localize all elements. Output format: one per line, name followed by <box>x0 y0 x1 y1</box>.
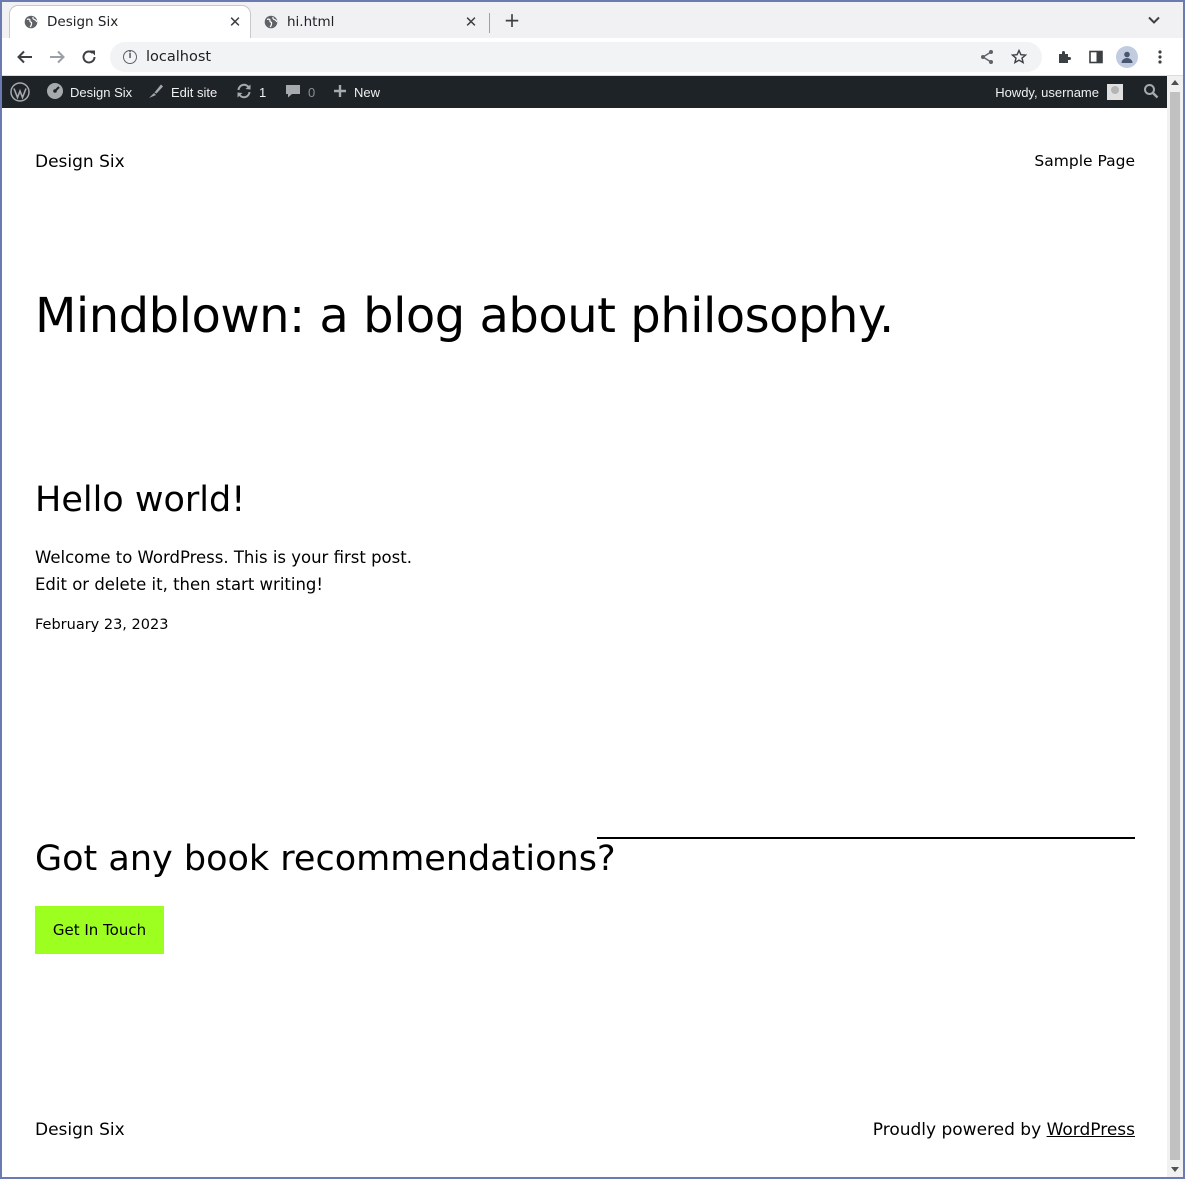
wp-admin-bar: Design Six Edit site 1 0 New Howdy, user… <box>2 76 1167 108</box>
post-title[interactable]: Hello world! <box>35 480 245 520</box>
scroll-down-arrow-icon[interactable] <box>1171 1167 1179 1172</box>
tab-hi-html[interactable]: hi.html ✕ <box>252 6 486 38</box>
admin-bar-edit-site[interactable]: Edit site <box>147 76 217 108</box>
comment-bubble-icon <box>284 82 302 103</box>
brush-icon <box>147 82 165 103</box>
edit-site-label: Edit site <box>171 84 218 100</box>
admin-bar-updates[interactable]: 1 <box>235 76 266 108</box>
info-icon[interactable]: i <box>123 50 137 64</box>
get-in-touch-button[interactable]: Get In Touch <box>35 906 164 954</box>
close-tab-icon[interactable]: ✕ <box>463 14 479 30</box>
address-bar[interactable]: i localhost <box>110 42 1042 72</box>
admin-bar-new[interactable]: New <box>332 76 380 108</box>
browser-window: Design Six ✕ hi.html ✕ + i localhost Des… <box>2 2 1183 1177</box>
new-label: New <box>354 84 381 100</box>
tab-design-six[interactable]: Design Six ✕ <box>10 6 250 38</box>
comments-count: 0 <box>308 84 316 100</box>
post-date[interactable]: February 23, 2023 <box>35 617 168 633</box>
updates-refresh-icon <box>235 82 253 103</box>
url-text: localhost <box>146 49 212 65</box>
footer-credit: Proudly powered by WordPress <box>873 1120 1135 1140</box>
tab-strip: Design Six ✕ hi.html ✕ + <box>2 2 1183 38</box>
more-menu-icon[interactable] <box>1150 47 1170 67</box>
tab-title: hi.html <box>287 14 335 30</box>
dashboard-gauge-icon <box>46 82 64 103</box>
admin-bar-comments[interactable]: 0 <box>284 76 315 108</box>
updates-count: 1 <box>259 84 267 100</box>
tab-title: Design Six <box>47 14 119 30</box>
globe-icon <box>24 15 38 29</box>
tab-separator <box>489 13 490 33</box>
wordpress-link[interactable]: WordPress <box>1047 1120 1135 1140</box>
admin-bar-site-name[interactable]: Design Six <box>46 76 132 108</box>
back-arrow-icon[interactable] <box>15 47 35 67</box>
page-content: Design Six Sample Page Mindblown: a blog… <box>2 108 1167 1177</box>
chevron-down-icon[interactable] <box>1145 11 1163 29</box>
reload-icon[interactable] <box>79 47 99 67</box>
extensions-puzzle-icon[interactable] <box>1054 47 1074 67</box>
plus-icon <box>332 83 348 102</box>
howdy-greeting[interactable]: Howdy, username <box>995 85 1099 100</box>
close-tab-icon[interactable]: ✕ <box>227 14 243 30</box>
user-avatar[interactable] <box>1107 84 1123 100</box>
footer-site-title[interactable]: Design Six <box>35 1120 125 1140</box>
separator-line <box>597 837 1135 839</box>
nav-link-sample-page[interactable]: Sample Page <box>1034 152 1135 170</box>
search-icon[interactable] <box>1143 83 1159 102</box>
scroll-up-arrow-icon[interactable] <box>1171 80 1179 85</box>
forward-arrow-icon[interactable] <box>47 47 67 67</box>
footer-credit-prefix: Proudly powered by <box>872 1120 1047 1140</box>
side-panel-icon[interactable] <box>1086 47 1106 67</box>
wordpress-logo-icon[interactable] <box>10 76 30 108</box>
bookmark-star-icon[interactable] <box>1010 48 1028 66</box>
vertical-scrollbar[interactable] <box>1167 76 1183 1177</box>
profile-avatar-icon[interactable] <box>1116 46 1138 68</box>
hero-heading: Mindblown: a blog about philosophy. <box>35 288 894 344</box>
site-title[interactable]: Design Six <box>35 152 125 172</box>
new-tab-plus-icon[interactable]: + <box>502 10 522 30</box>
cta-heading: Got any book recommendations? <box>35 839 616 879</box>
scrollbar-thumb[interactable] <box>1170 92 1180 1160</box>
browser-toolbar: i localhost <box>2 38 1183 76</box>
globe-icon <box>264 15 278 29</box>
site-name-label: Design Six <box>70 84 133 100</box>
share-icon[interactable] <box>978 48 996 66</box>
post-excerpt: Welcome to WordPress. This is your first… <box>35 548 412 594</box>
